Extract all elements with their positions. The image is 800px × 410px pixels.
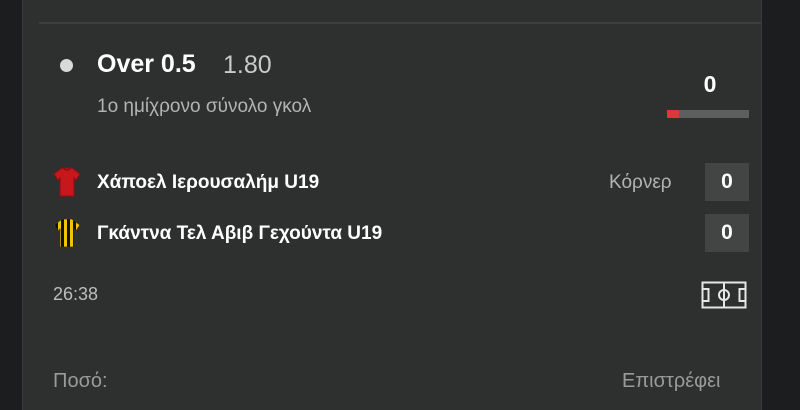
red-jersey-icon: [53, 167, 81, 197]
home-team-name: Χάποελ Ιερουσαλήμ U19: [97, 172, 320, 193]
returns-label: Επιστρέφει: [622, 370, 721, 392]
bullet-dot-icon: [60, 59, 73, 72]
away-corners: 0: [705, 214, 749, 252]
stake-amount-label: Ποσό:: [53, 370, 108, 392]
away-team-name: Γκάντνα Τελ Αβιβ Γεχούντα U19: [97, 223, 383, 244]
corner-label: Κόρνερ: [609, 172, 672, 193]
selection-odds: 1.80: [223, 51, 272, 79]
live-count: 0: [703, 71, 717, 97]
divider: [39, 22, 761, 24]
football-pitch-icon[interactable]: [701, 281, 747, 309]
yellow-black-striped-jersey-icon: [53, 218, 81, 248]
bet-selection-card: Over 0.5 1.80 1ο ημίχρονο σύνολο γκολ 0 …: [22, 0, 762, 410]
market-name: 1ο ημίχρονο σύνολο γκολ: [97, 96, 312, 117]
progress-fill: [667, 110, 680, 118]
match-time: 26:38: [53, 284, 99, 304]
home-corners: 0: [705, 163, 749, 201]
progress-bar: [667, 110, 749, 118]
selection-name: Over 0.5: [97, 50, 196, 78]
